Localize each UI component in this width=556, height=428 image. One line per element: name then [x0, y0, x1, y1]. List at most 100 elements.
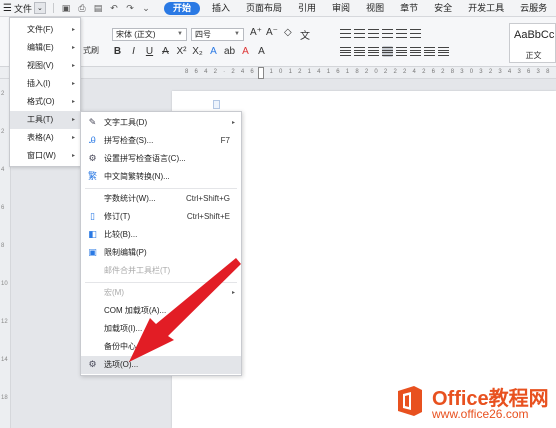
- show-marks-icon[interactable]: [410, 28, 421, 39]
- subscript-icon[interactable]: X₂: [192, 46, 203, 57]
- menu-item-restrict-edit[interactable]: ▣ 限制编辑(P): [81, 244, 241, 262]
- menu-item-word-count[interactable]: 字数统计(W)... Ctrl+Shift+G: [81, 190, 241, 208]
- menu-item-options[interactable]: ⚙ 选项(O)...: [81, 356, 241, 374]
- tab-review[interactable]: 审阅: [324, 0, 358, 17]
- menu-divider: [85, 188, 237, 189]
- menu-item-label: 工具(T): [27, 115, 54, 124]
- chevron-right-icon: ▸: [71, 45, 75, 51]
- char-shading-icon[interactable]: A: [256, 46, 267, 57]
- tab-cloud[interactable]: 云服务: [512, 0, 555, 17]
- tab-developer[interactable]: 开发工具: [460, 0, 512, 17]
- undo-icon[interactable]: ↶: [107, 1, 121, 15]
- chevron-down-icon: ▼: [234, 31, 240, 37]
- highlight-icon[interactable]: ab: [224, 46, 235, 57]
- menu-item-chinese-convert[interactable]: 繁 中文简繁转换(N)...: [81, 168, 241, 186]
- tab-insert[interactable]: 插入: [204, 0, 238, 17]
- sort-icon[interactable]: [396, 28, 407, 39]
- menu-item-label: 限制编辑(P): [104, 248, 147, 257]
- distributed-icon[interactable]: [396, 46, 407, 57]
- track-changes-icon: ▯: [90, 211, 95, 221]
- menu-item-spell-language[interactable]: ⚙ 设置拼写检查语言(C)...: [81, 150, 241, 168]
- chevron-right-icon: ▸: [71, 27, 75, 33]
- menu-item-file[interactable]: 文件(F) ▸: [10, 21, 80, 39]
- menu-item-insert[interactable]: 插入(I) ▸: [10, 75, 80, 93]
- menu-item-backup-center[interactable]: 备份中心: [81, 338, 241, 356]
- bullets-icon[interactable]: [340, 28, 351, 39]
- menu-item-shortcut: Ctrl+Shift+G: [185, 194, 230, 203]
- menu-item-table[interactable]: 表格(A) ▸: [10, 129, 80, 147]
- chevron-right-icon: ▸: [71, 117, 75, 123]
- ruler-ticks: 8642·2468101214161820222426283032343638: [185, 69, 556, 75]
- menu-item-text-tools[interactable]: ✎ 文字工具(D) ▸: [81, 114, 241, 132]
- menu-item-mail-merge: 邮件合并工具栏(T): [81, 262, 241, 280]
- menu-item-tools[interactable]: 工具(T) ▸: [10, 111, 80, 129]
- menu-item-label: 文件(F): [27, 25, 54, 34]
- menu-item-label: 备份中心: [104, 342, 136, 351]
- menu-item-compare[interactable]: ◧ 比较(B)...: [81, 226, 241, 244]
- line-spacing-icon[interactable]: [410, 46, 421, 57]
- tab-page-layout[interactable]: 页面布局: [238, 0, 290, 17]
- superscript-icon[interactable]: X²: [176, 46, 187, 57]
- bold-icon[interactable]: B: [112, 46, 123, 57]
- menu-item-track-changes[interactable]: ▯ 修订(T) Ctrl+Shift+E: [81, 208, 241, 226]
- tab-home[interactable]: 开始: [163, 1, 200, 15]
- align-center-icon[interactable]: [354, 46, 365, 57]
- menu-item-format[interactable]: 格式(O) ▸: [10, 93, 80, 111]
- menu-item-label: 视图(V): [27, 61, 54, 70]
- menu-item-spellcheck[interactable]: Ꭿ 拼写检查(S)... F7: [81, 132, 241, 150]
- menu-item-label: 字数统计(W)...: [104, 194, 156, 203]
- italic-icon[interactable]: I: [128, 46, 139, 57]
- menu-item-com-addins[interactable]: COM 加载项(A)...: [81, 302, 241, 320]
- border-icon[interactable]: [438, 46, 449, 57]
- paragraph-row-2: [340, 46, 449, 57]
- redo-icon[interactable]: ↷: [123, 1, 137, 15]
- customize-icon[interactable]: ⌄: [139, 1, 153, 15]
- shrink-font-icon[interactable]: A⁻: [266, 27, 278, 38]
- menu-item-label: 宏(M): [104, 288, 124, 297]
- wrench-icon: ✎: [88, 117, 97, 127]
- clear-format-icon[interactable]: ◇: [284, 27, 292, 38]
- indent-marker[interactable]: [258, 67, 264, 79]
- chevron-right-icon: ▸: [71, 153, 75, 159]
- menu-item-view[interactable]: 视图(V) ▸: [10, 57, 80, 75]
- justify-icon[interactable]: [382, 46, 393, 57]
- chevron-down-icon[interactable]: ⌄: [33, 2, 46, 14]
- grow-font-icon[interactable]: A⁺: [250, 27, 262, 38]
- tab-security[interactable]: 安全: [426, 0, 460, 17]
- menu-item-edit[interactable]: 编辑(E) ▸: [10, 39, 80, 57]
- numbering-icon[interactable]: [354, 28, 365, 39]
- print-icon[interactable]: ⎙: [75, 1, 89, 15]
- menu-item-shortcut: Ctrl+Shift+E: [186, 212, 230, 221]
- decrease-indent-icon[interactable]: [368, 28, 379, 39]
- preview-icon[interactable]: ▤: [91, 1, 105, 15]
- menu-item-addins[interactable]: 加载项(I)...: [81, 320, 241, 338]
- save-icon[interactable]: ▣: [59, 1, 73, 15]
- phonetic-icon[interactable]: 文: [300, 27, 310, 42]
- style-normal[interactable]: AaBbCc 正文: [509, 23, 556, 63]
- tools-submenu: ✎ 文字工具(D) ▸ Ꭿ 拼写检查(S)... F7 ⚙ 设置拼写检查语言(C…: [80, 111, 242, 376]
- increase-indent-icon[interactable]: [382, 28, 393, 39]
- format-painter-label[interactable]: 式刷: [83, 45, 99, 56]
- horizontal-ruler: 8642·2468101214161820222426283032343638: [0, 67, 556, 79]
- chevron-down-icon: ▼: [177, 31, 183, 37]
- file-menu-button[interactable]: ☰ 文件 ⌄: [0, 0, 49, 17]
- menu-item-window[interactable]: 窗口(W) ▸: [10, 147, 80, 165]
- tab-references[interactable]: 引用: [290, 0, 324, 17]
- tab-section[interactable]: 章节: [392, 0, 426, 17]
- ribbon-toolbar: 式刷 宋体 (正文) ▼ 四号 ▼ A⁺ A⁻ ◇ 文 B I U A X² X…: [0, 17, 556, 67]
- shading-icon[interactable]: [424, 46, 435, 57]
- underline-icon[interactable]: U: [144, 46, 155, 57]
- align-right-icon[interactable]: [368, 46, 379, 57]
- strikethrough-icon[interactable]: A: [160, 46, 171, 57]
- menu-item-label: 修订(T): [104, 212, 131, 221]
- align-left-icon[interactable]: [340, 46, 351, 57]
- main-menu: 文件(F) ▸ 编辑(E) ▸ 视图(V) ▸ 插入(I) ▸ 格式(O) ▸ 工具(T)…: [9, 17, 81, 167]
- chevron-right-icon: ▸: [71, 135, 75, 141]
- font-name-select[interactable]: 宋体 (正文) ▼: [112, 28, 187, 41]
- font-size-select[interactable]: 四号 ▼: [191, 28, 244, 41]
- style-sample: AaBbCc: [514, 29, 555, 41]
- font-format-row: B I U A X² X₂ A ab A A: [112, 46, 267, 57]
- font-color-icon[interactable]: A: [240, 46, 251, 57]
- text-effect-icon[interactable]: A: [208, 46, 219, 57]
- tab-view[interactable]: 视图: [358, 0, 392, 17]
